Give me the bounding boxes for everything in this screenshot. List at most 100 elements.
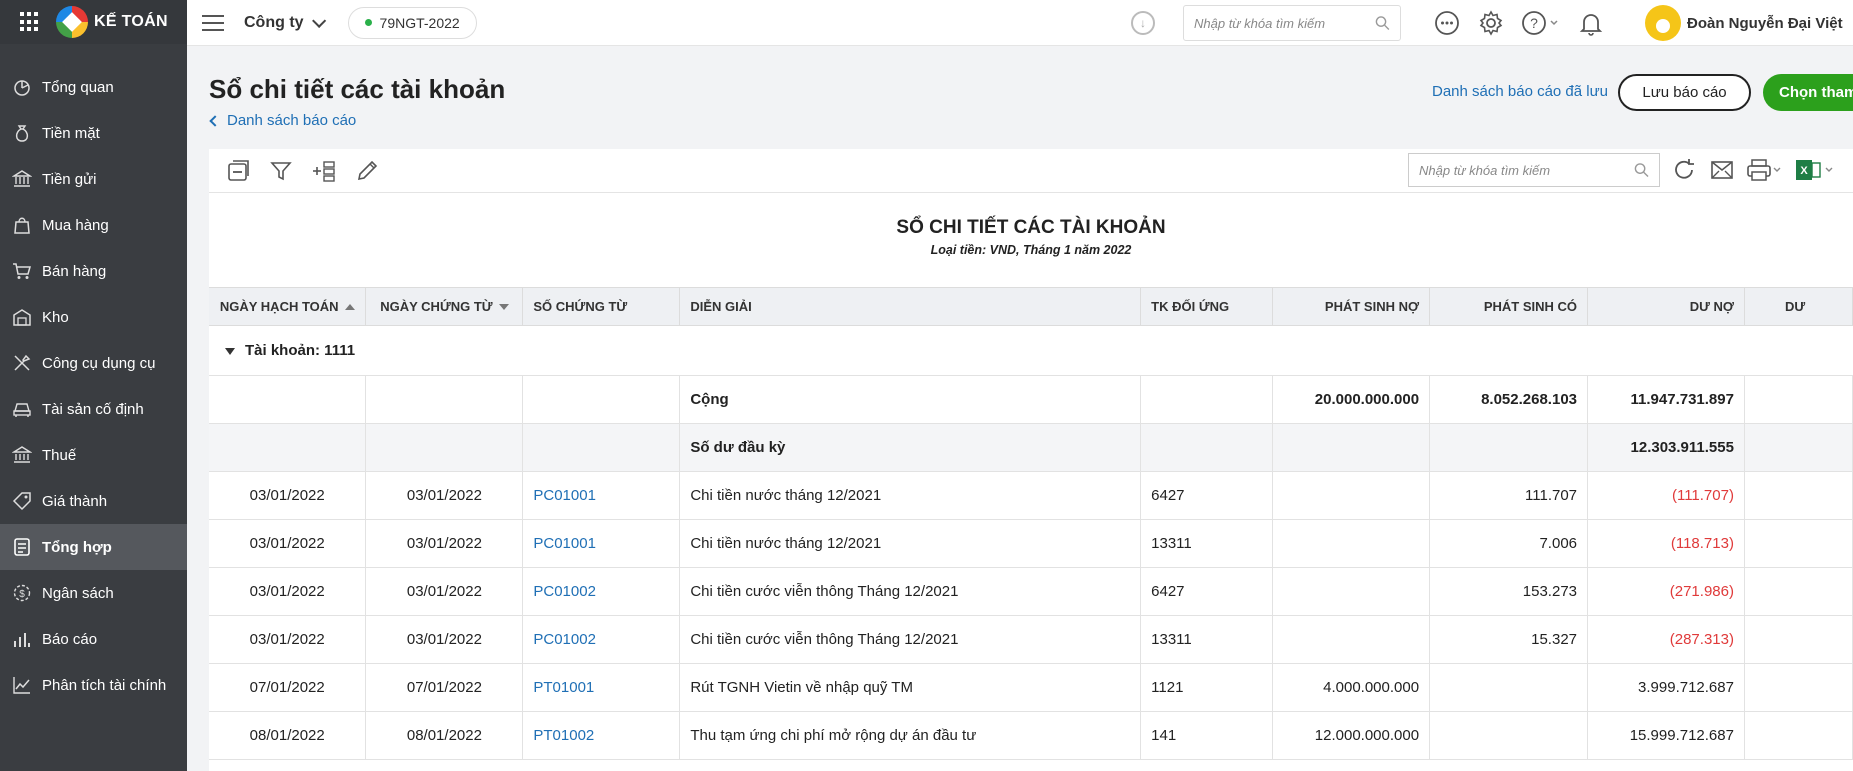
top-icons: ?	[1433, 9, 1605, 37]
col-doc-date[interactable]: NGÀY CHỨNG TỪ	[365, 287, 524, 326]
sidebar-item-8[interactable]: Thuế	[0, 432, 187, 478]
company-selector[interactable]: Công ty	[244, 13, 326, 32]
table-row[interactable]: 03/01/2022 03/01/2022 PC01001 Chi tiền nước…	[209, 519, 1853, 568]
cell-doc-no[interactable]: PC01001	[522, 519, 681, 568]
col-description[interactable]: DIỄN GIẢI	[679, 287, 1142, 326]
collapse-triangle-icon[interactable]	[225, 347, 235, 355]
col-debit[interactable]: PHÁT SINH NỢ	[1272, 287, 1431, 326]
sidebar-nav: Tổng quan Tiền mặt Tiền gửi Mua hàng Bán hàn…	[0, 64, 187, 708]
refresh-icon[interactable]	[1671, 157, 1697, 183]
cell-doc-no[interactable]: PC01002	[522, 567, 681, 616]
app-grid-icon[interactable]	[20, 12, 40, 32]
cell-credit-balance	[1744, 711, 1853, 760]
brand-name: KẾ TOÁN	[94, 13, 168, 30]
pie-chart-icon	[12, 77, 32, 97]
saved-reports-link[interactable]: Danh sách báo cáo đã lưu	[1432, 83, 1608, 100]
avatar	[1645, 5, 1681, 41]
database-chip[interactable]: 79NGT-2022	[347, 6, 477, 39]
gear-icon[interactable]	[1477, 9, 1505, 37]
col-posting-date[interactable]: NGÀY HẠCH TOÁN	[209, 287, 367, 326]
report-search[interactable]	[1408, 153, 1660, 187]
cell-credit	[1429, 711, 1589, 760]
cell-debit	[1272, 615, 1431, 664]
status-dot	[364, 19, 372, 26]
cell-description: Chi tiền nước tháng 12/2021	[679, 519, 1142, 568]
budget-icon: $	[12, 583, 32, 603]
cell-balance: (287.313)	[1587, 615, 1745, 664]
sidebar-item-6[interactable]: Công cụ dụng cụ	[0, 340, 187, 386]
chevron-down-icon	[311, 13, 326, 28]
table-row[interactable]: 07/01/2022 07/01/2022 PT01001 Rút TGNH Viet…	[209, 663, 1853, 712]
sidebar-item-label: Mua hàng	[42, 216, 109, 234]
total-label: Cộng	[679, 375, 1142, 424]
table-row[interactable]: 08/01/2022 08/01/2022 PT01002 Thu tạm ứng c…	[209, 711, 1853, 760]
col-debit-balance[interactable]: DƯ NỢ	[1587, 287, 1745, 326]
edit-icon[interactable]	[354, 158, 380, 184]
collapse-icon[interactable]	[225, 158, 251, 184]
cell-credit-balance	[1744, 567, 1853, 616]
save-report-button[interactable]: Lưu báo cáo	[1618, 74, 1751, 111]
cell-doc-no[interactable]: PT01001	[522, 663, 681, 712]
sidebar-item-9[interactable]: Giá thành	[0, 478, 187, 524]
cell-description: Chi tiền cước viễn thông Tháng 12/2021	[679, 615, 1142, 664]
sort-asc-icon[interactable]	[344, 304, 355, 311]
col-contra-account[interactable]: TK ĐỐI ỨNG	[1140, 287, 1274, 326]
col-credit-balance[interactable]: DƯ	[1744, 287, 1853, 326]
logo	[56, 6, 88, 38]
trend-chart-icon	[12, 675, 32, 695]
cell-balance: (118.713)	[1587, 519, 1745, 568]
warehouse-icon	[12, 307, 32, 327]
cell-credit	[1429, 663, 1589, 712]
bell-icon[interactable]	[1577, 9, 1605, 37]
cell-posting-date: 03/01/2022	[209, 471, 367, 520]
back-link[interactable]: Danh sách báo cáo	[209, 112, 356, 129]
col-doc-no[interactable]: SỐ CHỨNG TỪ	[522, 287, 681, 326]
sidebar-item-12[interactable]: Báo cáo	[0, 616, 187, 662]
menu-icon[interactable]	[202, 14, 224, 31]
search-icon[interactable]	[1375, 15, 1390, 31]
sort-desc-icon[interactable]	[498, 304, 509, 311]
print-icon[interactable]	[1747, 157, 1783, 183]
add-row-icon[interactable]	[311, 158, 337, 184]
help-icon[interactable]: ?	[1521, 9, 1561, 37]
table-row[interactable]: 03/01/2022 03/01/2022 PC01002 Chi tiền cước…	[209, 615, 1853, 664]
sidebar-item-2[interactable]: Tiền gửi	[0, 156, 187, 202]
sidebar-item-1[interactable]: Tiền mặt	[0, 110, 187, 156]
table-row[interactable]: 03/01/2022 03/01/2022 PC01001 Chi tiền nước…	[209, 471, 1853, 520]
email-icon[interactable]	[1709, 157, 1735, 183]
sidebar-item-label: Tổng hợp	[42, 538, 112, 556]
sidebar: KẾ TOÁN Tổng quan Tiền mặt Tiền gửi Mua hàn…	[0, 0, 187, 771]
cell-doc-no[interactable]: PC01001	[522, 471, 681, 520]
choose-params-button[interactable]: Chọn tham	[1763, 74, 1853, 111]
cell-doc-no[interactable]: PC01002	[522, 615, 681, 664]
table-row[interactable]: 03/01/2022 03/01/2022 PC01002 Chi tiền cước…	[209, 567, 1853, 616]
user-menu[interactable]: Đoàn Nguyễn Đại Việt	[1645, 5, 1843, 41]
more-icon[interactable]	[1433, 9, 1461, 37]
total-debit: 20.000.000.000	[1272, 375, 1431, 424]
download-icon[interactable]: ↓	[1131, 11, 1155, 35]
search-icon[interactable]	[1634, 162, 1649, 178]
cell-doc-no[interactable]: PT01002	[522, 711, 681, 760]
cell-doc-date: 08/01/2022	[365, 711, 524, 760]
filter-icon[interactable]	[268, 158, 294, 184]
cell-debit: 12.000.000.000	[1272, 711, 1431, 760]
global-search-input[interactable]	[1194, 15, 1376, 31]
col-credit[interactable]: PHÁT SINH CÓ	[1429, 287, 1589, 326]
cell-credit: 15.327	[1429, 615, 1589, 664]
sidebar-item-label: Công cụ dụng cụ	[42, 354, 156, 372]
sidebar-item-11[interactable]: $ Ngân sách	[0, 570, 187, 616]
sidebar-item-13[interactable]: Phân tích tài chính	[0, 662, 187, 708]
global-search[interactable]	[1183, 5, 1401, 41]
account-group-row[interactable]: Tài khoản: 1111	[209, 325, 1853, 376]
report-search-input[interactable]	[1419, 162, 1635, 178]
opening-label: Số dư đầu kỳ	[679, 423, 1142, 472]
ledger-icon	[12, 537, 32, 557]
excel-icon[interactable]: X	[1795, 157, 1835, 183]
cell-credit: 111.707	[1429, 471, 1589, 520]
sidebar-item-10[interactable]: Tổng hợp	[0, 524, 187, 570]
sidebar-item-5[interactable]: Kho	[0, 294, 187, 340]
sidebar-item-3[interactable]: Mua hàng	[0, 202, 187, 248]
sidebar-item-0[interactable]: Tổng quan	[0, 64, 187, 110]
sidebar-item-7[interactable]: Tài sản cố định	[0, 386, 187, 432]
sidebar-item-4[interactable]: Bán hàng	[0, 248, 187, 294]
